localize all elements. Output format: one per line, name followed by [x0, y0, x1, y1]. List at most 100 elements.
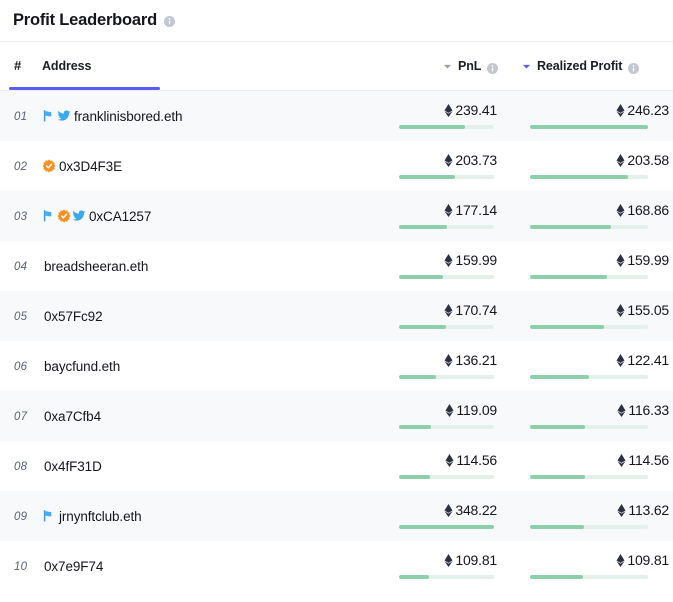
ethereum-icon — [445, 453, 454, 467]
column-header-realized-profit[interactable]: Realized Profit — [9, 59, 673, 90]
table-row[interactable]: 10 0x7e9F74 109.81 109.81 — [0, 541, 673, 591]
pnl-value: 177.14 — [444, 202, 497, 218]
row-rank: 08 — [0, 457, 42, 475]
row-address[interactable]: jrnynftclub.eth — [42, 509, 395, 524]
pnl-bar-track — [399, 525, 494, 529]
ethereum-icon — [444, 103, 453, 117]
row-address[interactable]: baycfund.eth — [42, 359, 395, 374]
realized-profit-value: 155.05 — [616, 302, 669, 318]
realized-profit-bar-track — [530, 475, 648, 479]
rank-value: 08 — [14, 461, 28, 473]
address-label: 0x3D4F3E — [59, 158, 122, 174]
column-header-pnl[interactable]: PnL — [395, 59, 513, 74]
table-row[interactable]: 04 breadsheeran.eth 159.99 159.99 — [0, 241, 673, 291]
row-rank: 03 — [0, 207, 42, 225]
flag-icon[interactable] — [42, 109, 56, 123]
row-rank: 05 — [0, 307, 42, 325]
pnl-amount: 109.81 — [455, 552, 497, 568]
table-row[interactable]: 03 0xCA1257 177.14 168.86 — [0, 191, 673, 241]
rank-value: 01 — [14, 111, 28, 123]
ethereum-icon — [616, 353, 625, 367]
table-row[interactable]: 05 0x57Fc92 170.74 155.05 — [0, 291, 673, 341]
address-label: 0x4fF31D — [44, 458, 102, 474]
ethereum-icon — [616, 153, 625, 167]
address-label: franklinisbored.eth — [74, 108, 183, 124]
row-address[interactable]: breadsheeran.eth — [42, 259, 395, 274]
row-address[interactable]: 0xCA1257 — [42, 209, 395, 224]
realized-profit-cell: 109.81 — [513, 541, 673, 591]
column-header-address[interactable]: Address — [42, 57, 395, 75]
ethereum-icon — [617, 503, 626, 517]
ethereum-icon — [617, 403, 626, 417]
table-row[interactable]: 02 0x3D4F3E 203.73 203.58 — [0, 141, 673, 191]
realized-profit-bar-track — [530, 425, 648, 429]
realized-profit-amount: 203.58 — [627, 152, 669, 168]
pnl-bar-track — [399, 425, 494, 429]
opensea-verified-icon[interactable] — [42, 159, 56, 173]
rank-header-label: # — [14, 58, 22, 73]
rank-value: 06 — [14, 361, 28, 373]
table-row[interactable]: 06 baycfund.eth 136.21 122.41 — [0, 341, 673, 391]
realized-profit-amount: 114.56 — [628, 452, 669, 468]
row-rank: 04 — [0, 257, 42, 275]
chevron-down-icon[interactable] — [443, 62, 452, 71]
pnl-value: 239.41 — [444, 102, 497, 118]
row-address[interactable]: 0x7e9F74 — [42, 559, 395, 574]
table-row[interactable]: 01 franklinisbored.eth 239.41 246.23 — [0, 91, 673, 141]
realized-profit-cell: 116.33 — [513, 391, 673, 441]
realized-profit-amount: 122.41 — [627, 352, 669, 368]
address-label: 0xa7Cfb4 — [44, 408, 101, 424]
pnl-amount: 239.41 — [455, 102, 497, 118]
pnl-bar-fill — [399, 325, 446, 329]
ethereum-icon — [616, 203, 625, 217]
pnl-value: 170.74 — [444, 302, 497, 318]
row-rank: 09 — [0, 507, 42, 525]
realized-profit-amount: 113.62 — [628, 502, 669, 518]
row-address[interactable]: 0x3D4F3E — [42, 159, 395, 174]
info-icon[interactable] — [628, 61, 640, 74]
ethereum-icon — [617, 453, 626, 467]
row-address[interactable]: franklinisbored.eth — [42, 109, 395, 124]
pnl-amount: 114.56 — [456, 452, 497, 468]
table-row[interactable]: 09 jrnynftclub.eth 348.22 113.62 — [0, 491, 673, 541]
row-address[interactable]: 0x4fF31D — [42, 459, 395, 474]
realized-profit-amount: 155.05 — [627, 302, 669, 318]
rank-value: 02 — [14, 161, 28, 173]
table-row[interactable]: 07 0xa7Cfb4 119.09 116.33 — [0, 391, 673, 441]
pnl-bar-fill — [399, 175, 456, 179]
flag-icon[interactable] — [42, 209, 56, 223]
realized-profit-value: 159.99 — [616, 252, 669, 268]
realized-profit-bar-fill — [530, 175, 628, 179]
pnl-bar-track — [399, 475, 494, 479]
realized-profit-bar-track — [530, 125, 648, 129]
flag-icon[interactable] — [42, 509, 56, 523]
realized-profit-bar-fill — [530, 125, 648, 129]
info-icon[interactable] — [487, 61, 499, 74]
chevron-down-icon[interactable] — [522, 62, 531, 71]
realized-profit-cell: 114.56 — [513, 441, 673, 491]
address-header-label: Address — [42, 59, 92, 73]
pnl-amount: 203.73 — [455, 152, 497, 168]
row-address[interactable]: 0xa7Cfb4 — [42, 409, 395, 424]
active-sort-indicator — [9, 87, 160, 90]
pnl-bar-track — [399, 375, 494, 379]
pnl-value: 348.22 — [444, 502, 497, 518]
row-address[interactable]: 0x57Fc92 — [42, 309, 395, 324]
realized-profit-cell: 203.58 — [513, 141, 673, 191]
ethereum-icon — [444, 353, 453, 367]
rank-value: 03 — [14, 211, 28, 223]
column-header-rank[interactable]: # — [0, 57, 42, 75]
pnl-cell: 170.74 — [395, 291, 513, 341]
realized-profit-amount: 168.86 — [627, 202, 669, 218]
realized-profit-value: 246.23 — [616, 102, 669, 118]
opensea-verified-icon[interactable] — [57, 209, 71, 223]
twitter-icon[interactable] — [57, 109, 71, 123]
table-row[interactable]: 08 0x4fF31D 114.56 114.56 — [0, 441, 673, 491]
info-icon[interactable] — [164, 16, 176, 27]
pnl-value: 136.21 — [444, 352, 497, 368]
row-rank: 02 — [0, 157, 42, 175]
twitter-icon[interactable] — [72, 209, 86, 223]
page-title: Profit Leaderboard — [13, 11, 158, 30]
realized-profit-bar-track — [530, 525, 648, 529]
leaderboard-rows: 01 franklinisbored.eth 239.41 246.23 02 0x3D4… — [0, 91, 673, 591]
